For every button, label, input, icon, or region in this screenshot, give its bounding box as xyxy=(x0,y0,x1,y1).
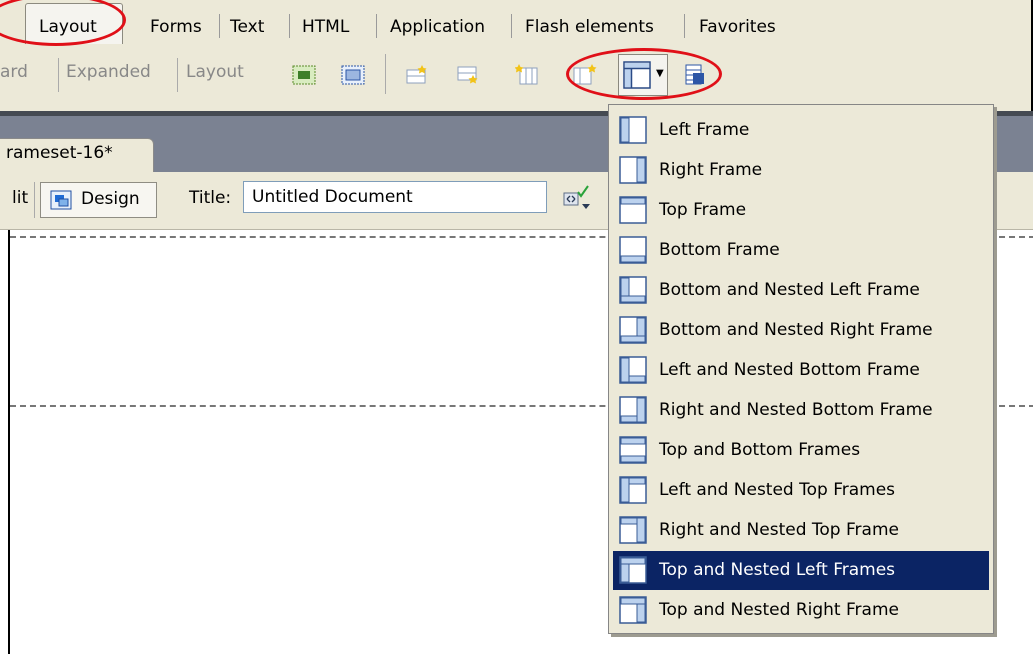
menu-item-label: Bottom and Nested Left Frame xyxy=(659,280,920,300)
design-view-button[interactable]: Design xyxy=(40,182,157,218)
frame-bottom-icon xyxy=(619,236,647,264)
tab-favorites[interactable]: Favorites xyxy=(699,12,776,42)
frame-top-nested-right-icon xyxy=(619,596,647,624)
menu-item-frame-top[interactable]: Top Frame xyxy=(613,191,989,230)
frame-bottom-nested-right-icon xyxy=(619,316,647,344)
insert-bar-tabs: Layout Forms Text HTML Application Flash… xyxy=(0,0,1033,44)
menu-item-label: Left and Nested Bottom Frame xyxy=(659,360,920,380)
menu-item-frame-right-nested-bottom[interactable]: Right and Nested Bottom Frame xyxy=(613,391,989,430)
design-view-icon xyxy=(50,190,72,210)
menu-item-label: Bottom Frame xyxy=(659,240,780,260)
frame-top-icon xyxy=(619,196,647,224)
menu-item-frame-right-nested-top[interactable]: Right and Nested Top Frame xyxy=(613,511,989,550)
menu-item-frame-left-nested-top[interactable]: Left and Nested Top Frames xyxy=(613,471,989,510)
design-view-label: Design xyxy=(81,189,140,209)
insert-row-below-icon[interactable] xyxy=(456,64,480,86)
menu-item-label: Right Frame xyxy=(659,160,763,180)
menu-item-label: Right and Nested Bottom Frame xyxy=(659,400,933,420)
frame-right-nested-top-icon xyxy=(619,516,647,544)
tab-separator xyxy=(376,14,377,38)
frame-bottom-nested-left-icon xyxy=(619,276,647,304)
insert-row-above-icon[interactable] xyxy=(405,64,429,86)
tab-flash-elements[interactable]: Flash elements xyxy=(525,12,654,42)
frame-right-icon xyxy=(619,156,647,184)
menu-item-label: Right and Nested Top Frame xyxy=(659,520,899,540)
menu-item-label: Bottom and Nested Right Frame xyxy=(659,320,933,340)
table-icon[interactable] xyxy=(341,64,365,86)
menu-item-label: Top and Nested Right Frame xyxy=(659,600,899,620)
frame-left-nested-bottom-icon xyxy=(619,356,647,384)
split-view-button[interactable]: lit xyxy=(12,188,28,208)
menu-item-frame-bottom-nested-right[interactable]: Bottom and Nested Right Frame xyxy=(613,311,989,350)
frame-right-nested-bottom-icon xyxy=(619,396,647,424)
tab-separator xyxy=(289,14,290,38)
menu-item-label: Top and Bottom Frames xyxy=(659,440,861,460)
toolbar-separator xyxy=(177,58,178,92)
tab-html[interactable]: HTML xyxy=(302,12,349,42)
menu-item-frame-top-nested-right[interactable]: Top and Nested Right Frame xyxy=(613,591,989,630)
expanded-mode-button[interactable]: Expanded xyxy=(66,62,151,82)
title-input[interactable]: Untitled Document xyxy=(243,181,547,213)
tab-separator xyxy=(511,14,512,38)
browser-check-icon[interactable] xyxy=(562,184,594,214)
annotation-circle-frames-button xyxy=(566,48,722,100)
tab-separator xyxy=(219,14,220,38)
tab-text[interactable]: Text xyxy=(230,12,264,42)
menu-item-frame-top-nested-left[interactable]: Top and Nested Left Frames xyxy=(613,551,989,590)
menu-item-frame-bottom[interactable]: Bottom Frame xyxy=(613,231,989,270)
menu-item-frame-top-bottom[interactable]: Top and Bottom Frames xyxy=(613,431,989,470)
title-label: Title: xyxy=(189,188,232,208)
menu-item-frame-bottom-nested-left[interactable]: Bottom and Nested Left Frame xyxy=(613,271,989,310)
tab-forms[interactable]: Forms xyxy=(150,12,202,42)
tab-application[interactable]: Application xyxy=(390,12,485,42)
tab-separator xyxy=(684,14,685,38)
toolbar-separator xyxy=(385,54,386,94)
menu-item-label: Top and Nested Left Frames xyxy=(659,560,896,580)
menu-item-label: Left Frame xyxy=(659,120,750,140)
layer-icon[interactable] xyxy=(292,64,316,86)
menu-item-frame-left-nested-bottom[interactable]: Left and Nested Bottom Frame xyxy=(613,351,989,390)
insert-column-left-icon[interactable] xyxy=(515,64,539,86)
layout-mode-button[interactable]: Layout xyxy=(186,62,244,82)
menu-item-frame-right[interactable]: Right Frame xyxy=(613,151,989,190)
frame-top-bottom-icon xyxy=(619,436,647,464)
toolbar-separator xyxy=(34,182,35,218)
document-tab[interactable]: rameset-16* xyxy=(0,138,154,174)
standard-mode-button[interactable]: ard xyxy=(0,62,28,82)
frame-left-nested-top-icon xyxy=(619,476,647,504)
menu-item-frame-left[interactable]: Left Frame xyxy=(613,111,989,150)
menu-item-label: Left and Nested Top Frames xyxy=(659,480,896,500)
insert-toolbar: ard Expanded Layout ▼ xyxy=(0,44,1033,111)
frame-top-nested-left-icon xyxy=(619,556,647,584)
menu-item-label: Top Frame xyxy=(659,200,747,220)
toolbar-separator xyxy=(58,58,59,92)
frames-dropdown-menu: Left Frame Right Frame Top Frame Bottom Fra… xyxy=(608,104,994,634)
document-tab-title: rameset-16* xyxy=(6,143,113,163)
frame-left-icon xyxy=(619,116,647,144)
